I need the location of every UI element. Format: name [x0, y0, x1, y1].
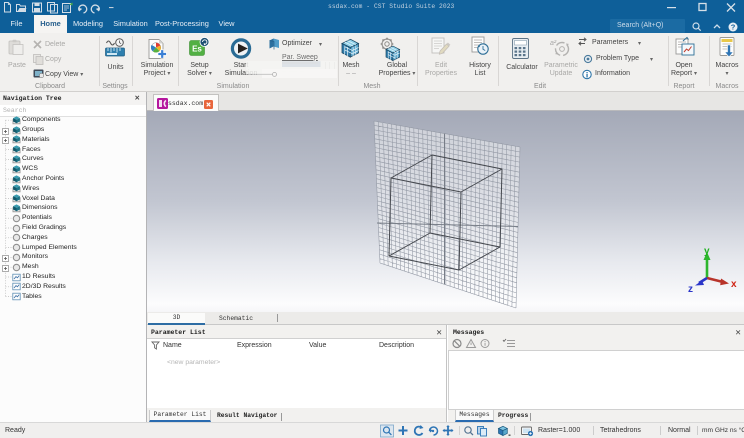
- svg-text:a²: a²: [550, 40, 557, 47]
- svg-text:x: x: [731, 279, 737, 290]
- svg-text:z: z: [688, 284, 693, 295]
- svg-text:?: ?: [731, 23, 736, 32]
- svg-text:y: y: [704, 246, 710, 257]
- svg-text:Es: Es: [192, 45, 202, 54]
